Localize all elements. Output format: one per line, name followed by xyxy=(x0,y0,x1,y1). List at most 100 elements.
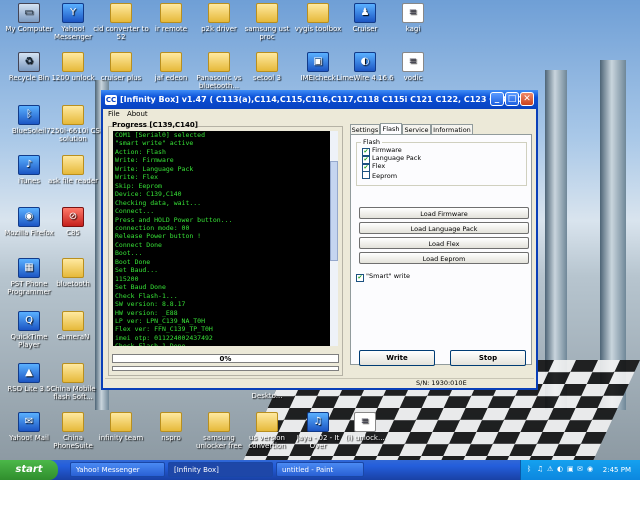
desktop-icon[interactable]: us version convertion xyxy=(238,412,296,450)
tab-service[interactable]: Service xyxy=(402,124,431,134)
desktop-icon[interactable]: ⊘ C85 xyxy=(44,207,102,237)
log-line: connection mode: 00 xyxy=(115,223,190,232)
window-titlebar[interactable]: CC [Infinity Box] v1.47 ( C113(a),C114,C1… xyxy=(101,90,538,109)
desktop-icon-label: setool 3 xyxy=(253,74,281,82)
tray-icon[interactable]: ♫ xyxy=(537,466,544,473)
desktop-icon[interactable]: samsung ust proc xyxy=(238,3,296,41)
system-tray: ᛒ ♫ ⚠ ◐ ▣ ✉ ◉ 2:45 PM xyxy=(520,460,640,480)
window-title: [Infinity Box] v1.47 ( C113(a),C114,C115… xyxy=(120,95,530,104)
folder-icon xyxy=(256,3,278,23)
app-icon: ♟ xyxy=(354,3,376,23)
log-line: Connect Done xyxy=(115,240,162,249)
stop-button[interactable]: Stop xyxy=(450,350,526,366)
desktop-icon-label: samsung ust proc xyxy=(244,25,290,41)
folder-icon xyxy=(62,311,84,331)
folder-icon xyxy=(160,52,182,72)
log-line: Skip: Eeprom xyxy=(115,181,162,190)
desktop-icon[interactable]: CameraN xyxy=(44,311,102,341)
app-icon: ♫ xyxy=(307,412,329,432)
tray-icon[interactable]: ◉ xyxy=(587,466,594,473)
app-icon: ◐ xyxy=(354,52,376,72)
folder-icon xyxy=(307,3,329,23)
app-icon: ▦ xyxy=(18,258,40,278)
folder-icon xyxy=(62,52,84,72)
log-line: Connect... xyxy=(115,207,155,216)
load-firmware-button[interactable]: Load Firmware xyxy=(359,207,529,219)
task-infinity-box[interactable]: [Infinity Box] xyxy=(168,462,273,477)
desktop-icon-label: kagi xyxy=(405,25,421,33)
tray-icon[interactable]: ◐ xyxy=(557,466,564,473)
desktop-icon[interactable]: ask file reader xyxy=(44,155,102,185)
log-line: Action: Flash xyxy=(115,147,166,156)
folder-icon xyxy=(208,52,230,72)
desktop-icon[interactable]: ≡ (i) unlock... xyxy=(336,412,394,442)
clock[interactable]: 2:45 PM xyxy=(603,460,631,480)
log-line: Boot... xyxy=(115,249,143,258)
progress-percent: 0% xyxy=(219,355,232,363)
smart-write-checkbox[interactable]: ✔ "Smart" write xyxy=(356,273,410,282)
write-button[interactable]: Write xyxy=(359,350,435,366)
folder-icon xyxy=(62,412,84,432)
task-yahoo-messenger[interactable]: Yahoo! Messenger xyxy=(70,462,165,477)
desktop-icon[interactable]: bluetooth xyxy=(44,258,102,288)
desktop-icon-label: ask file reader xyxy=(47,177,99,185)
app-icon: Q xyxy=(18,311,40,331)
log-line: Check Flash-1... xyxy=(115,291,178,300)
app-icon: ✉ xyxy=(18,412,40,432)
log-line: "smart write" active xyxy=(115,139,194,148)
task-paint[interactable]: untitled - Paint xyxy=(276,462,364,477)
checkbox-label: Eeprom xyxy=(372,172,398,180)
load-eeprom-button[interactable]: Load Eeprom xyxy=(359,252,529,264)
tray-icon[interactable]: ✉ xyxy=(577,466,584,473)
app-logo-icon: CC xyxy=(105,94,117,105)
scroll-thumb[interactable] xyxy=(330,161,338,261)
tray-icon[interactable]: ⚠ xyxy=(547,466,554,473)
log-console[interactable]: COM1 [Serial0] selected "smart write" act… xyxy=(113,131,338,346)
start-button[interactable]: start xyxy=(0,460,58,480)
app-icon: ▭ xyxy=(18,3,40,23)
eeprom-checkbox[interactable]: Eeprom xyxy=(362,171,397,180)
desktop-icon-label: bluetooth xyxy=(56,280,90,288)
tray-icon[interactable]: ▣ xyxy=(567,466,574,473)
menu-about[interactable]: About xyxy=(127,109,148,120)
menu-file[interactable]: File xyxy=(108,109,120,120)
desktop-icon-label: 7250i-6610i CS solution xyxy=(46,127,100,143)
log-line: Boot Done xyxy=(115,257,151,266)
log-line: Release Power button ! xyxy=(115,232,202,241)
checkbox-label: Flex xyxy=(372,162,386,170)
flash-group-label: Flash xyxy=(361,138,383,146)
close-button[interactable]: ✕ xyxy=(520,92,534,106)
tray-icon[interactable]: ᛒ xyxy=(527,466,534,473)
document-icon: ≡ xyxy=(402,52,424,72)
log-line: HW version: _E88 xyxy=(115,308,178,317)
desktop-icon[interactable]: setool 3 xyxy=(238,52,296,82)
desktop-icon[interactable]: ≡ kagi xyxy=(384,3,442,33)
tab-settings[interactable]: Settings xyxy=(350,124,380,134)
log-lines: COM1 [Serial0] selected "smart write" act… xyxy=(115,131,325,346)
log-line: Set Baud... xyxy=(115,266,159,275)
check-icon: ✔ xyxy=(356,274,364,282)
tab-flash[interactable]: Flash xyxy=(380,123,402,134)
load-language-pack-button[interactable]: Load Language Pack xyxy=(359,222,529,234)
log-scrollbar[interactable] xyxy=(330,131,338,346)
folder-icon xyxy=(160,412,182,432)
maximize-button[interactable]: □ xyxy=(505,92,519,106)
minimize-button[interactable]: _ xyxy=(490,92,504,106)
log-line: COM1 [Serial0] selected xyxy=(115,131,206,139)
progress-bar: 0% xyxy=(112,354,339,363)
log-line: Flex ver: FFN_C139_TP_T0H xyxy=(115,325,213,334)
load-flex-button[interactable]: Load Flex xyxy=(359,237,529,249)
log-line: Press and HOLD Power button... xyxy=(115,215,233,224)
desktop-icon[interactable]: China Mobile flash Soft... xyxy=(44,363,102,401)
menu-bar: File About xyxy=(103,109,536,120)
desktop-icon[interactable]: ≡ vodic xyxy=(384,52,442,82)
desktop-icon-label: Deskto... xyxy=(251,392,283,400)
tab-information[interactable]: Information xyxy=(431,124,473,134)
folder-icon xyxy=(256,52,278,72)
infinity-box-window[interactable]: CC [Infinity Box] v1.47 ( C113(a),C114,C1… xyxy=(101,90,538,390)
desktop-icon[interactable]: 7250i-6610i CS solution xyxy=(44,105,102,143)
background-column xyxy=(600,60,626,410)
flash-group: Flash ✔ Firmware ✔ Language Pack ✔ Flex Eep… xyxy=(356,138,527,186)
page-margin xyxy=(0,480,640,505)
log-line: 115200 xyxy=(115,274,139,283)
